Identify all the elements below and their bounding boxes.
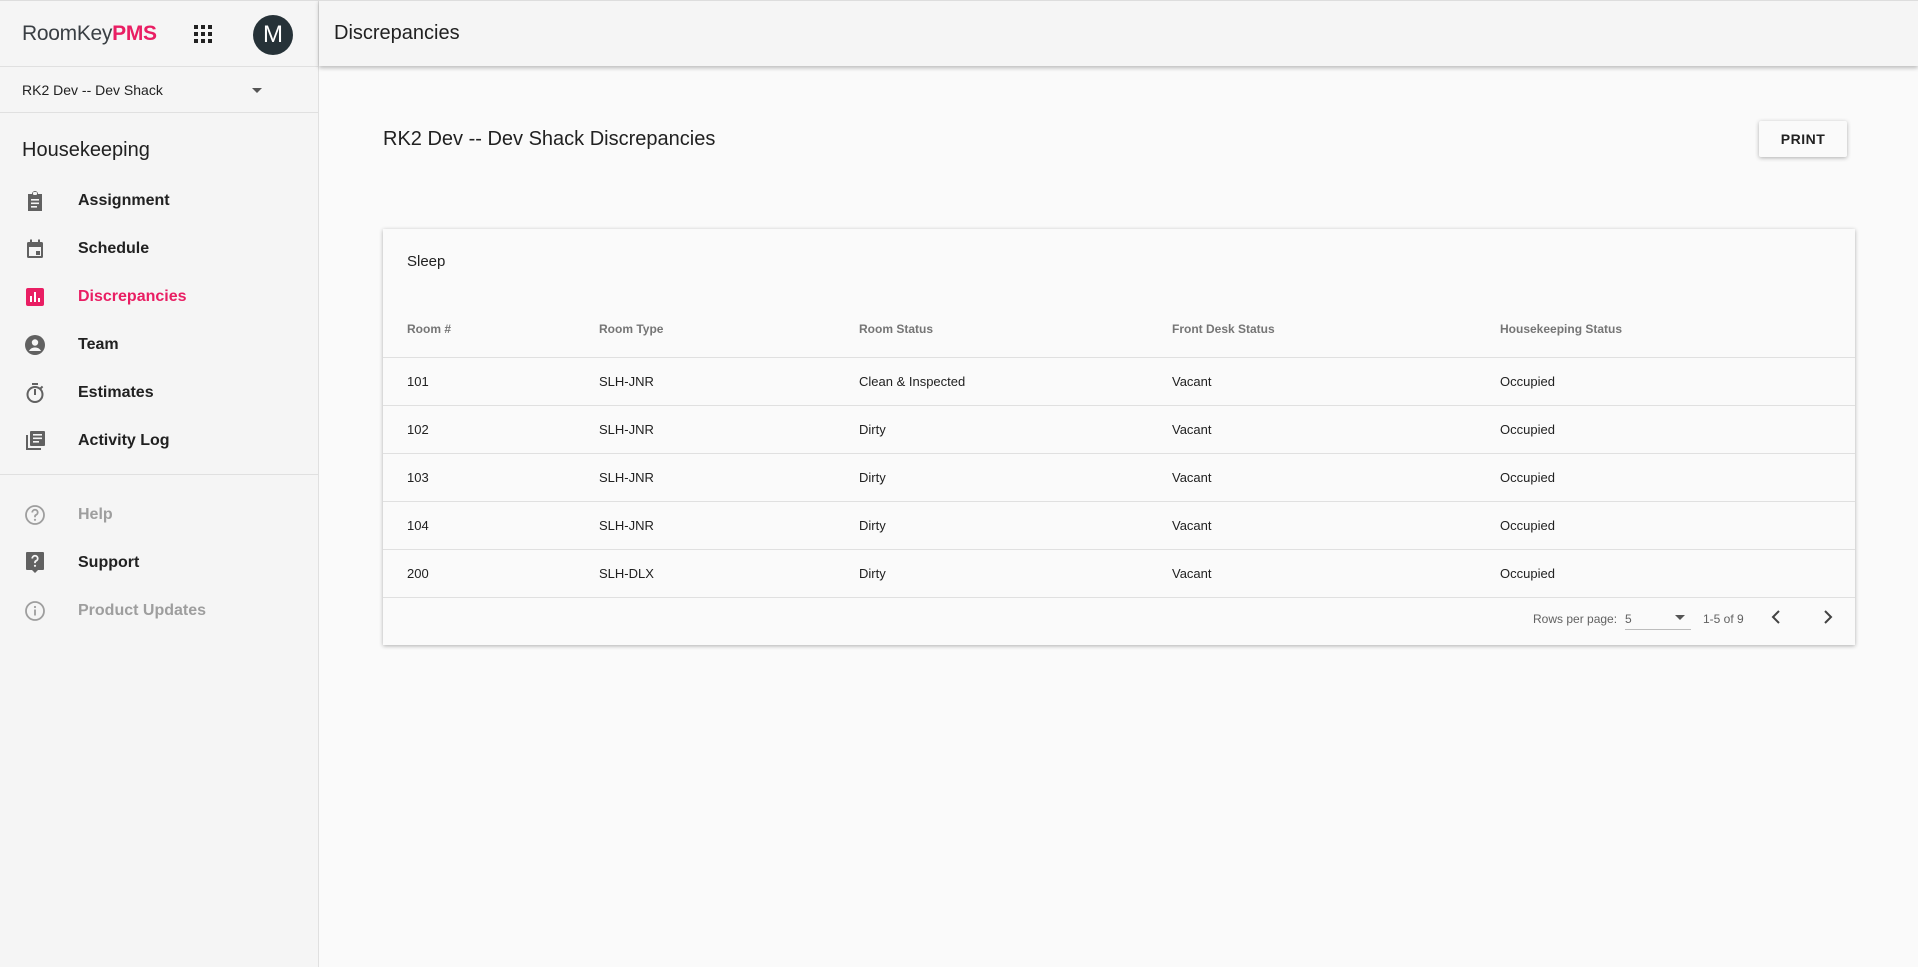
- chevron-down-icon: [1675, 615, 1685, 620]
- cell-room-status: Dirty: [859, 501, 1172, 550]
- cell-front-desk-status: Vacant: [1172, 453, 1500, 502]
- calendar-icon: [24, 238, 46, 260]
- page-title: Discrepancies: [334, 22, 460, 44]
- sidebar-item-label: Discrepancies: [78, 288, 187, 305]
- sidebar-item-label: Assignment: [78, 192, 170, 209]
- property-select[interactable]: RK2 Dev -- Dev Shack: [0, 66, 318, 113]
- cell-room-type: SLH-JNR: [599, 357, 859, 406]
- column-header-room-number[interactable]: Room #: [383, 301, 599, 358]
- table-row[interactable]: 104 SLH-JNR Dirty Vacant Occupied: [383, 501, 1855, 550]
- chevron-right-icon: [1824, 610, 1833, 624]
- sidebar-item-label: Team: [78, 336, 119, 353]
- timer-icon: [24, 382, 46, 404]
- cell-room-status: Clean & Inspected: [859, 357, 1172, 406]
- cell-room-type: SLH-JNR: [599, 405, 859, 454]
- table-row[interactable]: 102 SLH-JNR Dirty Vacant Occupied: [383, 405, 1855, 454]
- card-title: Sleep: [407, 253, 446, 270]
- table-row[interactable]: 103 SLH-JNR Dirty Vacant Occupied: [383, 453, 1855, 502]
- print-button[interactable]: PRINT: [1759, 121, 1847, 157]
- logo-accent-text: PMS: [112, 21, 157, 45]
- sidebar-item-label: Product Updates: [78, 602, 207, 619]
- apps-grid-icon[interactable]: [194, 25, 212, 43]
- help-outline-icon: [24, 504, 46, 526]
- sidebar-item-label: Help: [78, 506, 113, 523]
- column-header-housekeeping-status[interactable]: Housekeeping Status: [1500, 301, 1855, 358]
- property-select-value: RK2 Dev -- Dev Shack: [22, 81, 163, 98]
- account-circle-icon: [24, 334, 46, 356]
- brand-row: RoomKeyPMS M: [0, 0, 318, 66]
- bar-chart-icon: [24, 286, 46, 308]
- sidebar-item-label: Activity Log: [78, 432, 170, 449]
- cell-room-number: 102: [383, 405, 599, 454]
- sidebar-item-discrepancies[interactable]: Discrepancies: [0, 273, 318, 321]
- logo-text: RoomKey: [22, 21, 113, 45]
- report-heading: RK2 Dev -- Dev Shack Discrepancies: [383, 128, 716, 150]
- rows-per-page-value: 5: [1625, 612, 1632, 626]
- sidebar-item-schedule[interactable]: Schedule: [0, 225, 318, 273]
- clipboard-icon: [24, 190, 46, 212]
- sidebar-item-help[interactable]: Help: [0, 491, 318, 539]
- cell-room-number: 101: [383, 357, 599, 406]
- sidebar-item-label: Estimates: [78, 384, 154, 401]
- previous-page-button[interactable]: [1764, 605, 1788, 629]
- column-header-room-type[interactable]: Room Type: [599, 301, 859, 358]
- avatar[interactable]: M: [253, 15, 293, 55]
- sidebar-item-assignment[interactable]: Assignment: [0, 177, 318, 225]
- cell-room-status: Dirty: [859, 405, 1172, 454]
- sidebar-item-activity-log[interactable]: Activity Log: [0, 417, 318, 465]
- sidebar-item-estimates[interactable]: Estimates: [0, 369, 318, 417]
- table-row[interactable]: 101 SLH-JNR Clean & Inspected Vacant Occ…: [383, 357, 1855, 406]
- cell-room-number: 104: [383, 501, 599, 550]
- cell-room-type: SLH-JNR: [599, 501, 859, 550]
- discrepancies-table: Room # Room Type Room Status Front Desk …: [383, 301, 1855, 598]
- discrepancies-card: Sleep Room # Room Type Room Status Front…: [383, 229, 1855, 645]
- cell-room-status: Dirty: [859, 453, 1172, 502]
- sidebar-item-product-updates[interactable]: Product Updates: [0, 587, 318, 635]
- table-pagination: Rows per page: 5 1-5 of 9: [383, 590, 1855, 644]
- table-header-row: Room # Room Type Room Status Front Desk …: [383, 301, 1855, 358]
- live-help-icon: [24, 552, 46, 574]
- pagination-range: 1-5 of 9: [1703, 612, 1744, 626]
- rows-per-page-label: Rows per page:: [1533, 612, 1618, 626]
- cell-front-desk-status: Vacant: [1172, 405, 1500, 454]
- cell-housekeeping-status: Occupied: [1500, 453, 1855, 502]
- sidebar-item-team[interactable]: Team: [0, 321, 318, 369]
- sidebar-divider: [0, 474, 318, 475]
- top-app-bar: Discrepancies: [319, 0, 1918, 66]
- cell-room-number: 103: [383, 453, 599, 502]
- column-header-room-status[interactable]: Room Status: [859, 301, 1172, 358]
- info-outline-icon: [24, 600, 46, 622]
- rows-per-page-select[interactable]: 5: [1625, 606, 1691, 630]
- cell-housekeeping-status: Occupied: [1500, 501, 1855, 550]
- sidebar-item-support[interactable]: Support: [0, 539, 318, 587]
- chevron-left-icon: [1771, 610, 1780, 624]
- sidebar-item-label: Support: [78, 554, 140, 571]
- sidebar-item-label: Schedule: [78, 240, 150, 257]
- library-books-icon: [24, 430, 46, 452]
- column-header-front-desk-status[interactable]: Front Desk Status: [1172, 301, 1500, 358]
- cell-room-type: SLH-JNR: [599, 453, 859, 502]
- cell-housekeeping-status: Occupied: [1500, 405, 1855, 454]
- cell-front-desk-status: Vacant: [1172, 357, 1500, 406]
- chevron-down-icon: [252, 88, 262, 93]
- cell-housekeeping-status: Occupied: [1500, 357, 1855, 406]
- cell-front-desk-status: Vacant: [1172, 501, 1500, 550]
- sidebar: RoomKeyPMS M RK2 Dev -- Dev Shack Housek…: [0, 0, 319, 967]
- logo[interactable]: RoomKeyPMS: [22, 22, 157, 46]
- next-page-button[interactable]: [1816, 605, 1840, 629]
- section-title: Housekeeping: [22, 139, 150, 161]
